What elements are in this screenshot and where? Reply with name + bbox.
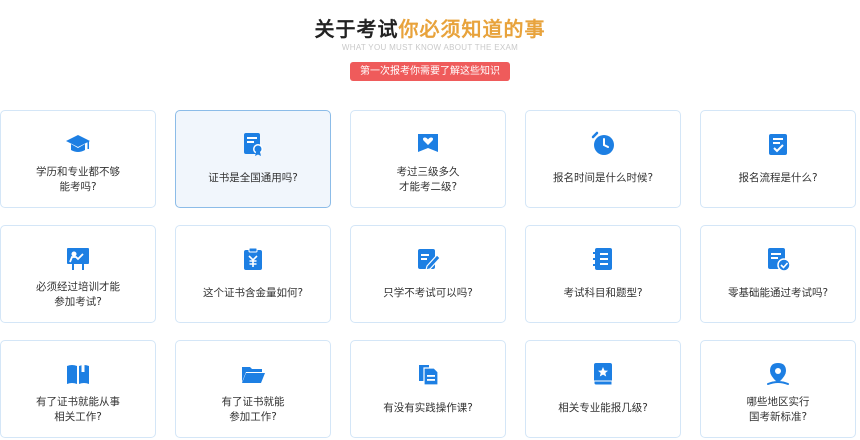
title-highlight: 你必须知道的事 <box>398 17 546 41</box>
faq-card-label: 报名时间是什么时候? <box>552 172 654 184</box>
page-subtitle: WHAT YOU MUST KNOW ABOUT THE EXAM <box>341 43 519 52</box>
faq-card-label: 报名流程是什么? <box>738 172 818 184</box>
faq-card-regions[interactable]: 哪些地区实行 国考新标准? <box>700 340 856 438</box>
faq-card-label: 证书是全国通用吗? <box>208 172 298 184</box>
faq-card-label: 这个证书含金量如何? <box>202 287 304 299</box>
certificate-icon <box>240 131 266 157</box>
faq-card-value[interactable]: 这个证书含金量如何? <box>175 225 331 323</box>
documents-icon <box>415 361 441 387</box>
faq-card-label: 考过三级多久 才能考二级? <box>396 166 460 193</box>
graduation-cap-icon <box>65 131 91 157</box>
faq-card-training[interactable]: 必须经过培训才能 参加考试? <box>0 225 156 323</box>
page-title: 关于考试你必须知道的事 <box>0 16 860 42</box>
faq-card-related-work[interactable]: 有了证书就能从事 相关工作? <box>0 340 156 438</box>
faq-card-label: 相关专业能报几级? <box>558 402 648 414</box>
faq-card-study-only[interactable]: 只学不考试可以吗? <box>350 225 506 323</box>
title-main: 关于考试 <box>314 17 399 41</box>
faq-card-label: 只学不考试可以吗? <box>383 287 473 299</box>
faq-card-education[interactable]: 学历和专业都不够 能考吗? <box>0 110 156 208</box>
location-pin-icon <box>765 361 791 387</box>
edit-document-icon <box>415 246 441 272</box>
faq-card-employment[interactable]: 有了证书就能 参加工作? <box>175 340 331 438</box>
faq-card-label: 有了证书就能 参加工作? <box>221 396 285 423</box>
training-board-icon <box>65 246 91 272</box>
faq-card-subjects[interactable]: 考试科目和题型? <box>525 225 681 323</box>
notebook-icon <box>590 246 616 272</box>
faq-card-label: 学历和专业都不够 能考吗? <box>36 166 120 193</box>
star-book-icon <box>590 361 616 387</box>
faq-card-practice[interactable]: 有没有实践操作课? <box>350 340 506 438</box>
faq-card-certificate[interactable]: 证书是全国通用吗? <box>175 110 331 208</box>
faq-card-label: 有没有实践操作课? <box>383 402 473 414</box>
faq-card-label: 零基础能通过考试吗? <box>727 287 829 299</box>
faq-card-registration-process[interactable]: 报名流程是什么? <box>700 110 856 208</box>
faq-card-label: 有了证书就能从事 相关工作? <box>36 396 120 423</box>
faq-card-registration-time[interactable]: 报名时间是什么时候? <box>525 110 681 208</box>
faq-card-zero-basis[interactable]: 零基础能通过考试吗? <box>700 225 856 323</box>
faq-card-level-upgrade[interactable]: 考过三级多久 才能考二级? <box>350 110 506 208</box>
folder-icon <box>240 361 266 387</box>
heart-bookmark-icon <box>415 131 441 157</box>
open-book-icon <box>65 361 91 387</box>
document-check-icon <box>765 246 791 272</box>
faq-card-levels[interactable]: 相关专业能报几级? <box>525 340 681 438</box>
checklist-icon <box>765 131 791 157</box>
faq-card-label: 哪些地区实行 国考新标准? <box>746 396 810 423</box>
page-header: 关于考试你必须知道的事 WHAT YOU MUST KNOW ABOUT THE… <box>0 16 860 81</box>
info-banner: 第一次报考你需要了解这些知识 <box>350 62 510 81</box>
faq-card-label: 必须经过培训才能 参加考试? <box>36 281 120 308</box>
faq-grid: 学历和专业都不够 能考吗? 证书是全国通用吗? 考过三级多久 才能考二级? 报名… <box>0 110 860 440</box>
faq-card-label: 考试科目和题型? <box>563 287 643 299</box>
clock-icon <box>590 131 616 157</box>
yuan-clipboard-icon <box>240 246 266 272</box>
